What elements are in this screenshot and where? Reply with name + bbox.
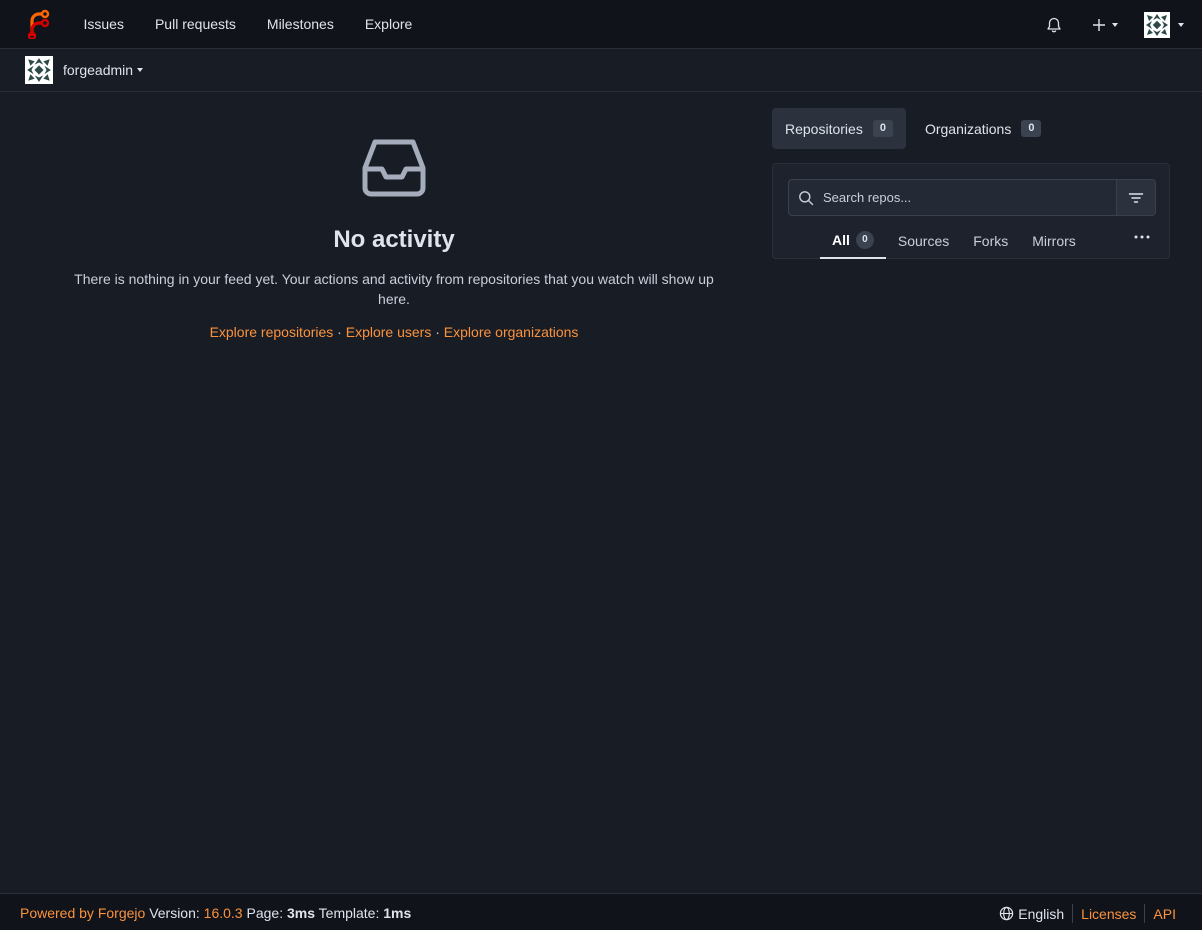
template-label: Template: — [318, 905, 380, 921]
top-navbar: Issues Pull requests Milestones Explore — [0, 0, 1202, 49]
filter-tab-mirrors[interactable]: Mirrors — [1020, 222, 1088, 259]
repo-search-input[interactable] — [823, 180, 1116, 215]
repo-search — [788, 179, 1156, 216]
page-time: 3ms — [286, 905, 316, 921]
notifications-button[interactable] — [1046, 17, 1062, 33]
main-nav: Issues Pull requests Milestones Explore — [68, 0, 428, 49]
nav-explore[interactable]: Explore — [349, 0, 427, 49]
nav-pull-requests[interactable]: Pull requests — [139, 0, 251, 49]
api-link[interactable]: API — [1153, 906, 1176, 922]
globe-icon — [1000, 906, 1014, 921]
link-separator: · — [333, 324, 346, 340]
footer-info: Powered by Forgejo Version: 16.0.3 Page:… — [20, 905, 411, 921]
filter-label: All — [832, 231, 850, 248]
tab-organizations[interactable]: Organizations 0 — [912, 108, 1055, 149]
tab-repositories[interactable]: Repositories 0 — [772, 108, 906, 149]
filter-icon — [1128, 192, 1144, 203]
page-label: Page: — [246, 905, 284, 921]
bell-icon — [1047, 17, 1061, 32]
forgejo-logo-icon[interactable] — [26, 9, 50, 41]
user-menu-button[interactable] — [1144, 11, 1184, 38]
chevron-down-icon — [1178, 22, 1184, 27]
powered-by-link[interactable]: Powered by Forgejo — [20, 905, 145, 921]
version-link[interactable]: 16.0.3 — [204, 905, 243, 921]
filter-button[interactable] — [1116, 180, 1155, 215]
tab-label: Organizations — [924, 120, 1012, 137]
footer-links: English Licenses API — [999, 904, 1176, 923]
dashboard-tabs: Repositories 0 Organizations 0 — [772, 108, 1054, 149]
count-badge: 0 — [855, 230, 874, 249]
nav-right — [1046, 0, 1184, 49]
chevron-down-icon — [1112, 22, 1118, 27]
version-label: Version: — [149, 905, 200, 921]
repo-list-panel: All 0 Sources Forks Mirrors — [772, 163, 1170, 259]
language-label: English — [1018, 905, 1065, 922]
avatar — [25, 56, 53, 84]
context-username: forgeadmin — [63, 62, 134, 78]
explore-users-link[interactable]: Explore users — [346, 324, 432, 340]
divider — [1144, 904, 1146, 923]
count-badge: 0 — [1021, 120, 1042, 137]
explore-links: Explore repositories · Explore users · E… — [24, 324, 764, 340]
link-separator: · — [431, 324, 444, 340]
filter-tab-forks[interactable]: Forks — [961, 222, 1020, 259]
empty-description: There is nothing in your feed yet. Your … — [74, 271, 714, 307]
divider — [1072, 904, 1074, 923]
repo-filter-tabs: All 0 Sources Forks Mirrors — [820, 222, 1088, 259]
nav-issues[interactable]: Issues — [68, 0, 139, 49]
tab-label: Repositories — [785, 120, 863, 137]
inbox-icon — [362, 139, 426, 197]
nav-milestones[interactable]: Milestones — [251, 0, 349, 49]
activity-feed: No activity There is nothing in your fee… — [24, 92, 764, 892]
create-new-button[interactable] — [1092, 18, 1118, 32]
filter-tab-sources[interactable]: Sources — [886, 222, 961, 259]
kebab-horizontal-icon — [1134, 235, 1150, 239]
chevron-down-icon — [137, 68, 144, 72]
avatar — [1144, 11, 1170, 38]
plus-icon — [1093, 18, 1105, 31]
count-badge: 0 — [872, 120, 893, 137]
context-switcher[interactable]: forgeadmin — [25, 56, 144, 84]
more-options-button[interactable] — [1131, 226, 1153, 248]
empty-title: No activity — [333, 226, 455, 253]
dashboard-header: forgeadmin — [0, 49, 1202, 92]
search-icon — [789, 180, 823, 215]
language-selector[interactable]: English — [999, 906, 1064, 922]
template-time: 1ms — [383, 905, 412, 921]
filter-tab-all[interactable]: All 0 — [820, 222, 886, 259]
licenses-link[interactable]: Licenses — [1081, 906, 1136, 922]
explore-organizations-link[interactable]: Explore organizations — [444, 324, 579, 340]
page-footer: Powered by Forgejo Version: 16.0.3 Page:… — [0, 893, 1202, 930]
explore-repositories-link[interactable]: Explore repositories — [210, 324, 334, 340]
